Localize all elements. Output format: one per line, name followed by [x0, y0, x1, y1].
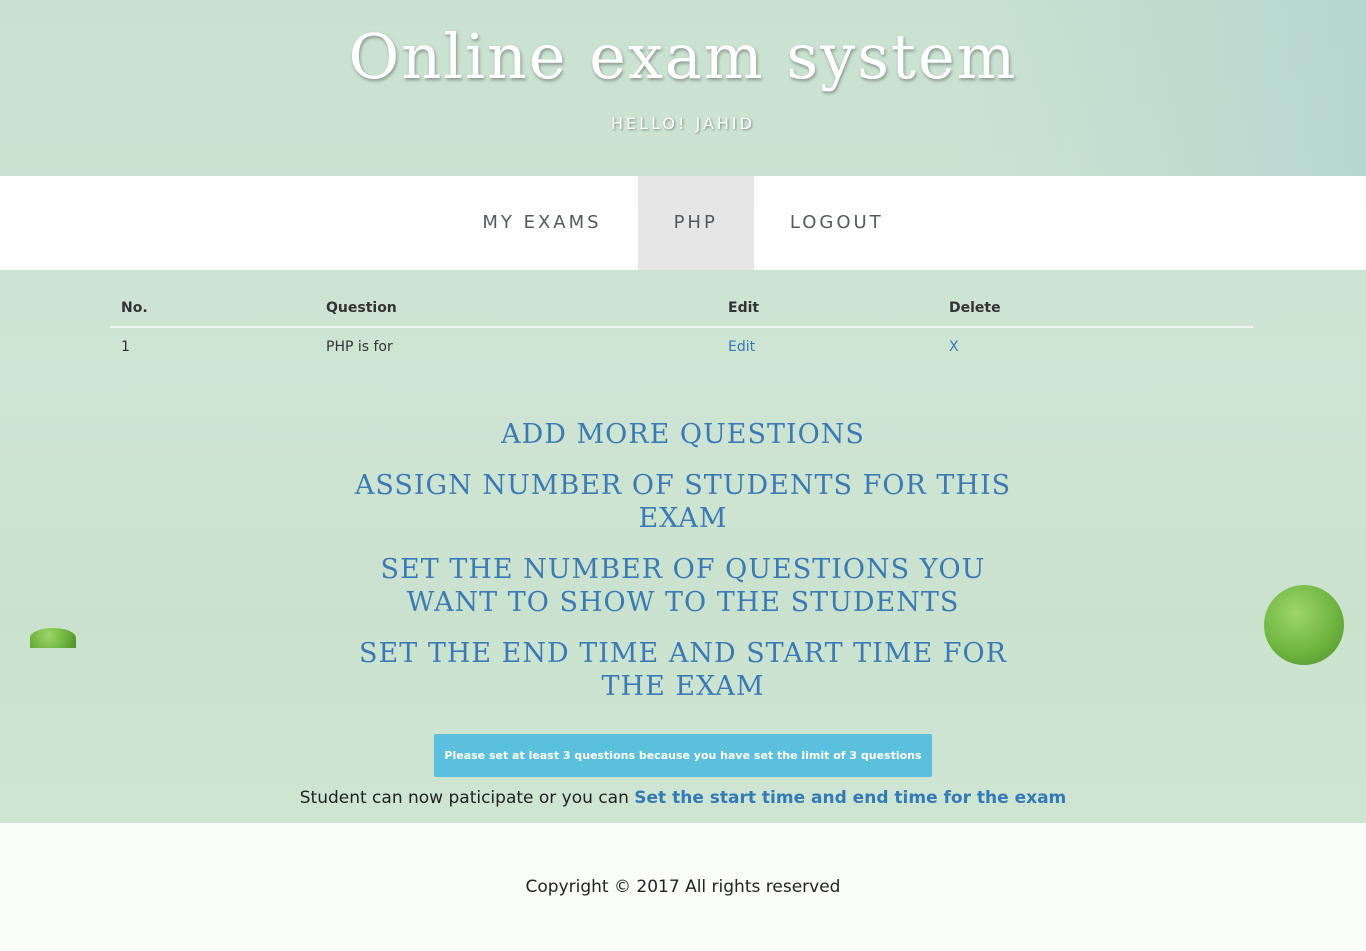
site-header: Online exam system HELLO! JAHID	[0, 0, 1366, 176]
nav-item-php[interactable]: PHP	[637, 176, 754, 270]
column-header-no: No.	[110, 290, 315, 328]
set-exam-time-link[interactable]: SET THE END TIME AND START TIME FOR THE …	[353, 637, 1013, 703]
nav-item-my-exams[interactable]: MY EXAMS	[446, 176, 637, 270]
status-message: Student can now paticipate or you can Se…	[0, 788, 1366, 808]
table-header-row: No. Question Edit Delete	[110, 290, 1253, 328]
column-header-question: Question	[315, 290, 717, 328]
questions-table: No. Question Edit Delete 1 PHP is for Ed…	[110, 290, 1253, 366]
copyright-text: Copyright © 2017 All rights reserved	[525, 877, 841, 897]
set-question-count-link[interactable]: SET THE NUMBER OF QUESTIONS YOU WANT TO …	[353, 553, 1013, 619]
exam-actions: ADD MORE QUESTIONS ASSIGN NUMBER OF STUD…	[0, 418, 1366, 721]
main-nav: MY EXAMS PHP LOGOUT	[0, 176, 1366, 270]
nav-list: MY EXAMS PHP LOGOUT	[0, 176, 1366, 270]
edit-link[interactable]: Edit	[728, 339, 755, 355]
delete-link[interactable]: X	[949, 339, 959, 355]
status-text: Student can now paticipate or you can	[299, 788, 635, 808]
column-header-delete: Delete	[938, 290, 1253, 328]
site-footer: Copyright © 2017 All rights reserved	[0, 823, 1366, 951]
nav-item-logout[interactable]: LOGOUT	[754, 176, 920, 270]
question-number: 1	[121, 339, 130, 355]
question-limit-alert[interactable]: Please set at least 3 questions because …	[434, 734, 932, 777]
site-title: Online exam system	[348, 20, 1018, 93]
question-text: PHP is for	[326, 339, 393, 355]
assign-students-link[interactable]: ASSIGN NUMBER OF STUDENTS FOR THIS EXAM	[353, 469, 1013, 535]
table-row: 1 PHP is for Edit X	[110, 327, 1253, 366]
set-time-link[interactable]: Set the start time and end time for the …	[634, 788, 1066, 808]
column-header-edit: Edit	[717, 290, 938, 328]
add-questions-link[interactable]: ADD MORE QUESTIONS	[353, 418, 1013, 451]
edit-cell: Edit	[717, 327, 938, 366]
delete-cell: X	[938, 327, 1253, 366]
user-greeting: HELLO! JAHID	[611, 114, 755, 133]
